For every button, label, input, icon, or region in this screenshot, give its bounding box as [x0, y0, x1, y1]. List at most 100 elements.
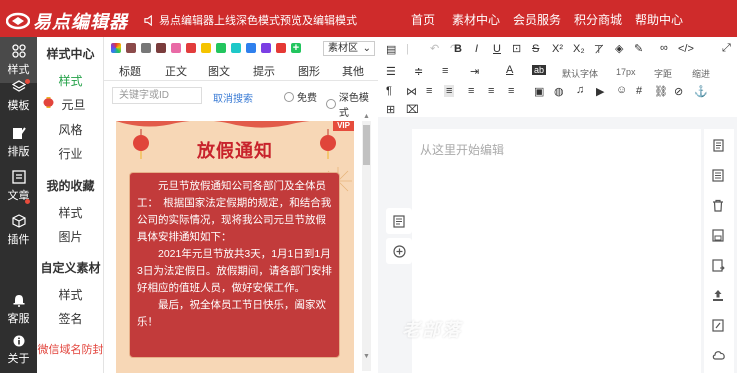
- search-input[interactable]: 关键字或ID: [112, 87, 202, 104]
- dark-mode-radio[interactable]: 深色模式: [326, 89, 378, 119]
- add-button[interactable]: [386, 238, 412, 264]
- color-swatch[interactable]: [171, 43, 181, 53]
- insert-table-icon[interactable]: ⌧: [406, 103, 419, 116]
- sidebar-item-about[interactable]: 关于: [0, 327, 37, 373]
- link-alt-icon[interactable]: ⛓: [654, 85, 668, 98]
- tab-other[interactable]: 其他: [342, 63, 364, 79]
- bold-button[interactable]: B: [454, 43, 462, 55]
- cloud-icon[interactable]: [712, 349, 726, 363]
- subscript-button[interactable]: X₂: [573, 43, 585, 55]
- upload-icon[interactable]: [712, 289, 724, 305]
- border-icon[interactable]: ⊡: [512, 42, 521, 55]
- custom-signature[interactable]: 签名: [37, 310, 104, 327]
- font-family-select[interactable]: 默认字体: [562, 67, 598, 80]
- tab-body[interactable]: 正文: [165, 63, 187, 79]
- underline-button[interactable]: U: [493, 43, 501, 55]
- source-code-icon[interactable]: ▤: [386, 43, 396, 56]
- bracket-icon[interactable]: |: [406, 43, 409, 55]
- logo[interactable]: 易点编辑器: [5, 8, 128, 34]
- anchor-icon[interactable]: ⚓: [694, 85, 708, 98]
- color-swatch[interactable]: [156, 43, 166, 53]
- emoji-icon[interactable]: ☺: [616, 84, 627, 96]
- align-right-icon[interactable]: ≡: [488, 85, 494, 97]
- save-icon[interactable]: [712, 229, 724, 245]
- undo-icon[interactable]: ↶: [430, 42, 439, 55]
- favorite-style[interactable]: 样式: [37, 204, 104, 221]
- category-hangye[interactable]: 行业: [37, 145, 104, 162]
- color-swatch[interactable]: [201, 43, 211, 53]
- align-center-icon[interactable]: ≡: [468, 85, 474, 97]
- code-icon[interactable]: </>: [678, 43, 694, 55]
- trash-icon[interactable]: [712, 199, 724, 215]
- color-swatch[interactable]: [186, 43, 196, 53]
- strikethrough-button[interactable]: S: [532, 43, 539, 55]
- font-color-icon[interactable]: A: [506, 64, 513, 76]
- music-icon[interactable]: ♫: [576, 84, 584, 96]
- add-color-button[interactable]: +: [291, 43, 301, 54]
- copy-icon[interactable]: [712, 139, 724, 155]
- align-justify-left-icon[interactable]: ≡: [444, 85, 455, 97]
- paste-icon[interactable]: [712, 169, 724, 185]
- anti-block-link[interactable]: 微信域名防封: [37, 341, 104, 357]
- sidebar-item-article[interactable]: 文章: [0, 163, 37, 209]
- line-height-icon[interactable]: ≑: [414, 65, 423, 78]
- fullscreen-icon[interactable]: ⤢: [722, 42, 731, 55]
- indent-icon[interactable]: ⇥: [470, 65, 479, 78]
- favorite-image[interactable]: 图片: [37, 228, 104, 245]
- tab-shape[interactable]: 图形: [298, 63, 320, 79]
- scrollbar-thumb[interactable]: [363, 125, 370, 165]
- italic-button[interactable]: I: [475, 43, 478, 55]
- sidebar-item-template[interactable]: 模板: [0, 73, 37, 119]
- category-yuandan[interactable]: 元旦: [37, 96, 104, 113]
- sidebar-item-layout[interactable]: 排版: [0, 119, 37, 165]
- merge-icon[interactable]: ⋈: [406, 85, 417, 98]
- superscript-button[interactable]: X²: [552, 43, 563, 55]
- nav-member-service[interactable]: 会员服务: [513, 11, 561, 28]
- clear-format-icon[interactable]: ⊤̸: [594, 43, 604, 56]
- color-swatch[interactable]: [276, 43, 286, 53]
- scrollbar[interactable]: [362, 121, 371, 371]
- cancel-search-link[interactable]: 取消搜索: [213, 90, 253, 105]
- table-icon[interactable]: ⊞: [386, 103, 395, 116]
- tab-tip[interactable]: 提示: [253, 63, 275, 79]
- sidebar-item-plugin[interactable]: 插件: [0, 207, 37, 253]
- category-fengge[interactable]: 风格: [37, 121, 104, 138]
- color-picker-icon[interactable]: [111, 43, 121, 53]
- background-color-icon[interactable]: ab: [532, 65, 547, 75]
- save-as-icon[interactable]: [712, 259, 725, 275]
- highlight-icon[interactable]: ✎: [634, 42, 643, 55]
- color-swatch[interactable]: [216, 43, 226, 53]
- unlink-icon[interactable]: ⊘: [674, 85, 683, 98]
- align-justify-icon[interactable]: ≡: [508, 85, 514, 97]
- free-radio[interactable]: 免费: [284, 89, 317, 104]
- scroll-up-icon[interactable]: ▲: [363, 113, 370, 120]
- list-icon[interactable]: ☰: [386, 65, 396, 78]
- tab-image-text[interactable]: 图文: [208, 63, 230, 79]
- letter-spacing-select[interactable]: 字距: [654, 67, 672, 80]
- link-icon[interactable]: ∞: [660, 42, 668, 54]
- custom-style[interactable]: 样式: [37, 286, 104, 303]
- font-size-select[interactable]: 17px: [616, 67, 636, 77]
- color-swatch[interactable]: [261, 43, 271, 53]
- notice[interactable]: 易点编辑器上线深色模式预览及编辑模式: [144, 12, 357, 28]
- color-swatch[interactable]: [126, 43, 136, 53]
- template-card[interactable]: VIP 放假通知 元旦节放假通知公司各部门及全体员工： 根据国家法定假期的规定，…: [116, 121, 354, 373]
- image-icon[interactable]: ▣: [534, 85, 544, 98]
- paragraph-spacing-icon[interactable]: ≡: [442, 65, 448, 77]
- scroll-down-icon[interactable]: ▼: [363, 353, 370, 360]
- paint-bucket-icon[interactable]: ◍: [554, 85, 564, 98]
- edit-export-icon[interactable]: [712, 319, 724, 335]
- category-style[interactable]: 样式: [37, 72, 104, 89]
- tab-title[interactable]: 标题: [119, 63, 141, 79]
- document-button[interactable]: [386, 208, 412, 234]
- color-swatch[interactable]: [246, 43, 256, 53]
- indent-select[interactable]: 缩进: [692, 67, 710, 80]
- format-brush-icon[interactable]: ◈: [615, 42, 623, 55]
- nav-points-mall[interactable]: 积分商城: [574, 11, 622, 28]
- video-icon[interactable]: ▶: [596, 85, 604, 98]
- align-left-icon[interactable]: ≡: [426, 85, 432, 97]
- nav-help-center[interactable]: 帮助中心: [635, 11, 683, 28]
- color-swatch[interactable]: [231, 43, 241, 53]
- nav-material-center[interactable]: 素材中心: [452, 11, 500, 28]
- color-swatch[interactable]: [141, 43, 151, 53]
